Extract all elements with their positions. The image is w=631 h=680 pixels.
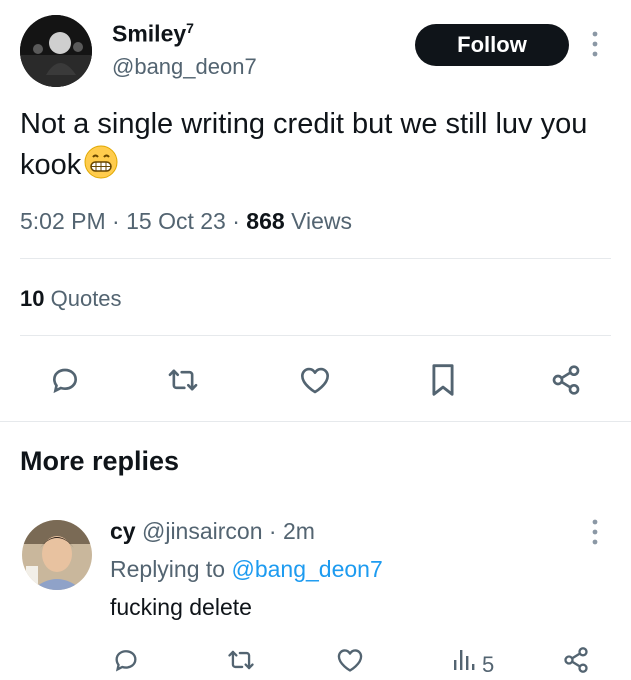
author-badge: 7 — [186, 20, 194, 36]
reply-views[interactable]: 5 — [452, 646, 494, 677]
meta-separator: · — [112, 208, 120, 234]
reply-author-handle[interactable]: @jinsaircon — [142, 518, 263, 544]
replying-to-label: Replying to — [110, 556, 226, 582]
grinning-face-emoji-icon — [83, 144, 119, 191]
quotes-link[interactable]: 10 Quotes — [20, 286, 122, 312]
meta-separator: · — [268, 518, 277, 544]
reply-time[interactable]: 2m — [283, 518, 315, 544]
meta-separator: · — [232, 208, 240, 234]
tweet-date[interactable]: 15 Oct 23 — [126, 208, 226, 234]
views-count: 868 — [246, 208, 285, 234]
tweet-time[interactable]: 5:02 PM — [20, 208, 106, 234]
author-name[interactable]: Smiley7 — [112, 20, 194, 48]
follow-button[interactable]: Follow — [415, 24, 569, 66]
more-options-icon[interactable] — [590, 30, 600, 62]
divider — [20, 258, 611, 259]
reply-text: fucking delete — [110, 594, 252, 620]
reply-views-count: 5 — [482, 652, 495, 677]
quotes-count: 10 — [20, 286, 45, 311]
reply-author-name[interactable]: cy — [110, 518, 136, 544]
replying-to: Replying to @bang_deon7 — [110, 556, 383, 583]
author-name-text: Smiley — [112, 20, 187, 47]
reply-more-options-icon[interactable] — [590, 518, 600, 551]
reply-avatar[interactable] — [22, 520, 92, 590]
author-handle[interactable]: @bang_deon7 — [112, 54, 257, 80]
views-icon — [452, 646, 476, 677]
bookmark-icon[interactable] — [430, 363, 456, 397]
tweet-meta: 5:02 PM · 15 Oct 23 · 868 Views — [20, 208, 352, 235]
like-icon[interactable] — [299, 365, 331, 395]
divider — [20, 335, 611, 336]
reply-like-icon[interactable] — [336, 647, 364, 673]
reply-share-icon[interactable] — [562, 646, 590, 674]
reply-retweet-icon[interactable] — [226, 646, 256, 674]
reply-icon[interactable] — [49, 364, 81, 396]
views-label: Views — [291, 208, 352, 234]
section-title: More replies — [20, 446, 180, 476]
divider — [0, 421, 631, 422]
tweet-text: Not a single writing credit but we still… — [20, 104, 610, 191]
author-avatar[interactable] — [20, 15, 92, 87]
reply-header: cy @jinsaircon · 2m — [110, 518, 315, 545]
share-icon[interactable] — [550, 364, 582, 396]
quotes-label: Quotes — [50, 286, 122, 311]
reply-reply-icon[interactable] — [112, 646, 140, 674]
replying-to-handle[interactable]: @bang_deon7 — [231, 556, 382, 582]
retweet-icon[interactable] — [166, 364, 200, 396]
